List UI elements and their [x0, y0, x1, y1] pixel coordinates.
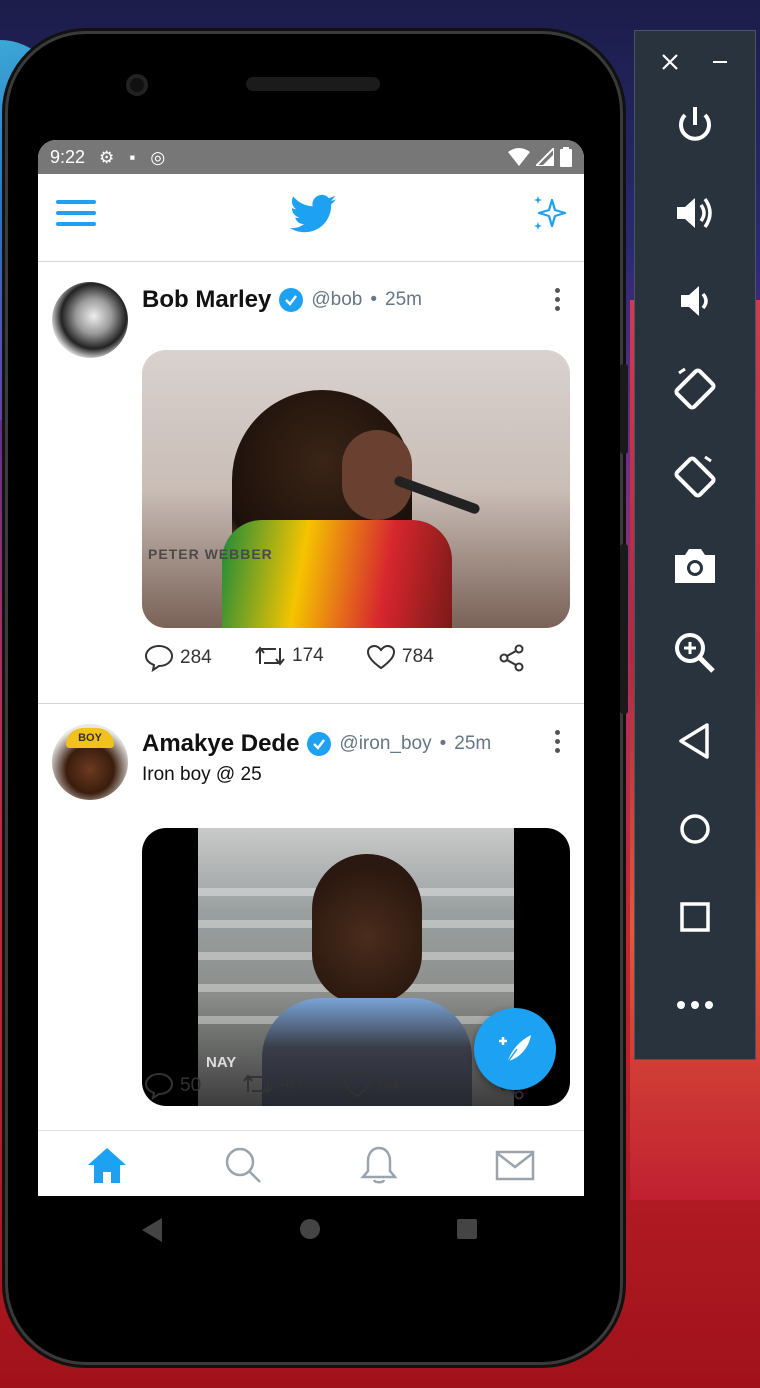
like-button[interactable]: 84: [342, 1072, 399, 1098]
system-back-icon[interactable]: [142, 1218, 164, 1242]
phone-frame: 9:22 ⚙ ▪ ◎ Bob Marley @bob • 25m PETER W…: [8, 34, 628, 1362]
verified-badge-icon: [279, 288, 304, 312]
tweet-time: 25m: [454, 733, 492, 754]
zoom-icon[interactable]: [671, 629, 719, 677]
more-options-icon[interactable]: [552, 730, 562, 756]
rotate-left-icon[interactable]: [671, 365, 719, 413]
tweet-header: Amakye Dede @iron_boy • 25m: [142, 730, 491, 758]
separator-dot: •: [370, 289, 378, 310]
volume-rocker: [620, 364, 628, 454]
home-icon[interactable]: [86, 1145, 128, 1185]
author-handle: @bob: [311, 289, 363, 310]
avatar[interactable]: [52, 282, 128, 358]
overview-icon[interactable]: [671, 893, 719, 941]
reply-icon: [144, 644, 174, 672]
minimize-icon[interactable]: [711, 53, 729, 71]
wifi-icon: [508, 148, 530, 166]
sd-card-icon: ▪: [129, 147, 136, 167]
system-home-icon[interactable]: [299, 1218, 321, 1240]
mail-icon[interactable]: [494, 1145, 536, 1185]
status-time: 9:22: [50, 146, 86, 167]
emulator-control-panel: [634, 30, 756, 1060]
search-icon[interactable]: [222, 1145, 264, 1185]
top-app-bar: [38, 174, 584, 262]
compose-tweet-button[interactable]: [474, 1008, 556, 1090]
author-name[interactable]: Amakye Dede: [142, 730, 299, 758]
author-handle: @iron_boy: [339, 733, 432, 754]
camera-icon[interactable]: [671, 541, 719, 589]
more-icon[interactable]: [671, 981, 719, 1029]
twitter-bird-icon: [290, 194, 336, 233]
retweet-count: 174: [292, 645, 324, 666]
like-button[interactable]: 784: [366, 644, 434, 670]
volume-up-icon[interactable]: [671, 189, 719, 237]
tweet-header: Bob Marley @bob • 25m: [142, 286, 422, 314]
back-icon[interactable]: [671, 717, 719, 765]
power-side-button: [620, 544, 628, 714]
reply-count: 50: [180, 1075, 202, 1096]
reply-count: 284: [180, 647, 212, 668]
media-caption-text: NAY: [206, 1054, 237, 1071]
tweet-media-image[interactable]: PETER WEBBER: [142, 350, 570, 628]
earpiece-speaker: [246, 77, 380, 91]
tweet-text: Iron boy @ 25: [142, 764, 262, 785]
reply-button[interactable]: 284: [144, 644, 212, 672]
compose-feather-icon: [499, 1035, 531, 1064]
retweet-icon: [255, 646, 285, 666]
separator-dot: •: [439, 733, 447, 754]
home-circle-icon[interactable]: [671, 805, 719, 853]
hamburger-icon[interactable]: [56, 200, 96, 230]
retweet-icon: [243, 1074, 273, 1094]
heart-icon: [366, 644, 396, 670]
verified-badge-icon: [307, 732, 332, 756]
tweet-time: 25m: [385, 289, 422, 310]
retweet-count: 40: [280, 1073, 302, 1094]
sparkle-icon[interactable]: [530, 194, 570, 234]
power-icon[interactable]: [671, 101, 719, 149]
app-screen: 9:22 ⚙ ▪ ◎ Bob Marley @bob • 25m PETER W…: [38, 140, 584, 1196]
bell-icon[interactable]: [358, 1145, 400, 1185]
tweet-actions: 284 174 784: [144, 644, 564, 674]
system-navigation-bar: [38, 1196, 584, 1266]
media-caption-text: PETER WEBBER: [148, 546, 273, 562]
front-camera: [126, 74, 148, 96]
signal-icon: [536, 148, 554, 166]
more-options-icon[interactable]: [552, 288, 562, 314]
bottom-navigation: [38, 1130, 584, 1196]
reply-button[interactable]: 50: [144, 1072, 201, 1100]
settings-gear-icon: ⚙: [99, 147, 115, 167]
volume-down-icon[interactable]: [671, 277, 719, 325]
avatar[interactable]: BOY: [52, 724, 128, 800]
author-name[interactable]: Bob Marley: [142, 286, 271, 314]
reply-icon: [144, 1072, 174, 1100]
avatar-cap-text: BOY: [66, 728, 114, 748]
like-count: 84: [378, 1074, 400, 1095]
heart-icon: [342, 1072, 372, 1098]
status-bar: 9:22 ⚙ ▪ ◎: [38, 140, 584, 174]
rotate-right-icon[interactable]: [671, 453, 719, 501]
close-icon[interactable]: [661, 53, 679, 71]
retweet-button[interactable]: 40: [242, 1072, 301, 1096]
battery-icon: [560, 147, 572, 167]
share-icon[interactable]: [498, 644, 526, 672]
like-count: 784: [402, 646, 434, 667]
system-recents-icon[interactable]: [457, 1219, 477, 1239]
tweet-card[interactable]: Bob Marley @bob • 25m PETER WEBBER 284 1…: [38, 262, 584, 704]
data-saver-icon: ◎: [150, 147, 166, 167]
retweet-button[interactable]: 174: [254, 644, 324, 668]
